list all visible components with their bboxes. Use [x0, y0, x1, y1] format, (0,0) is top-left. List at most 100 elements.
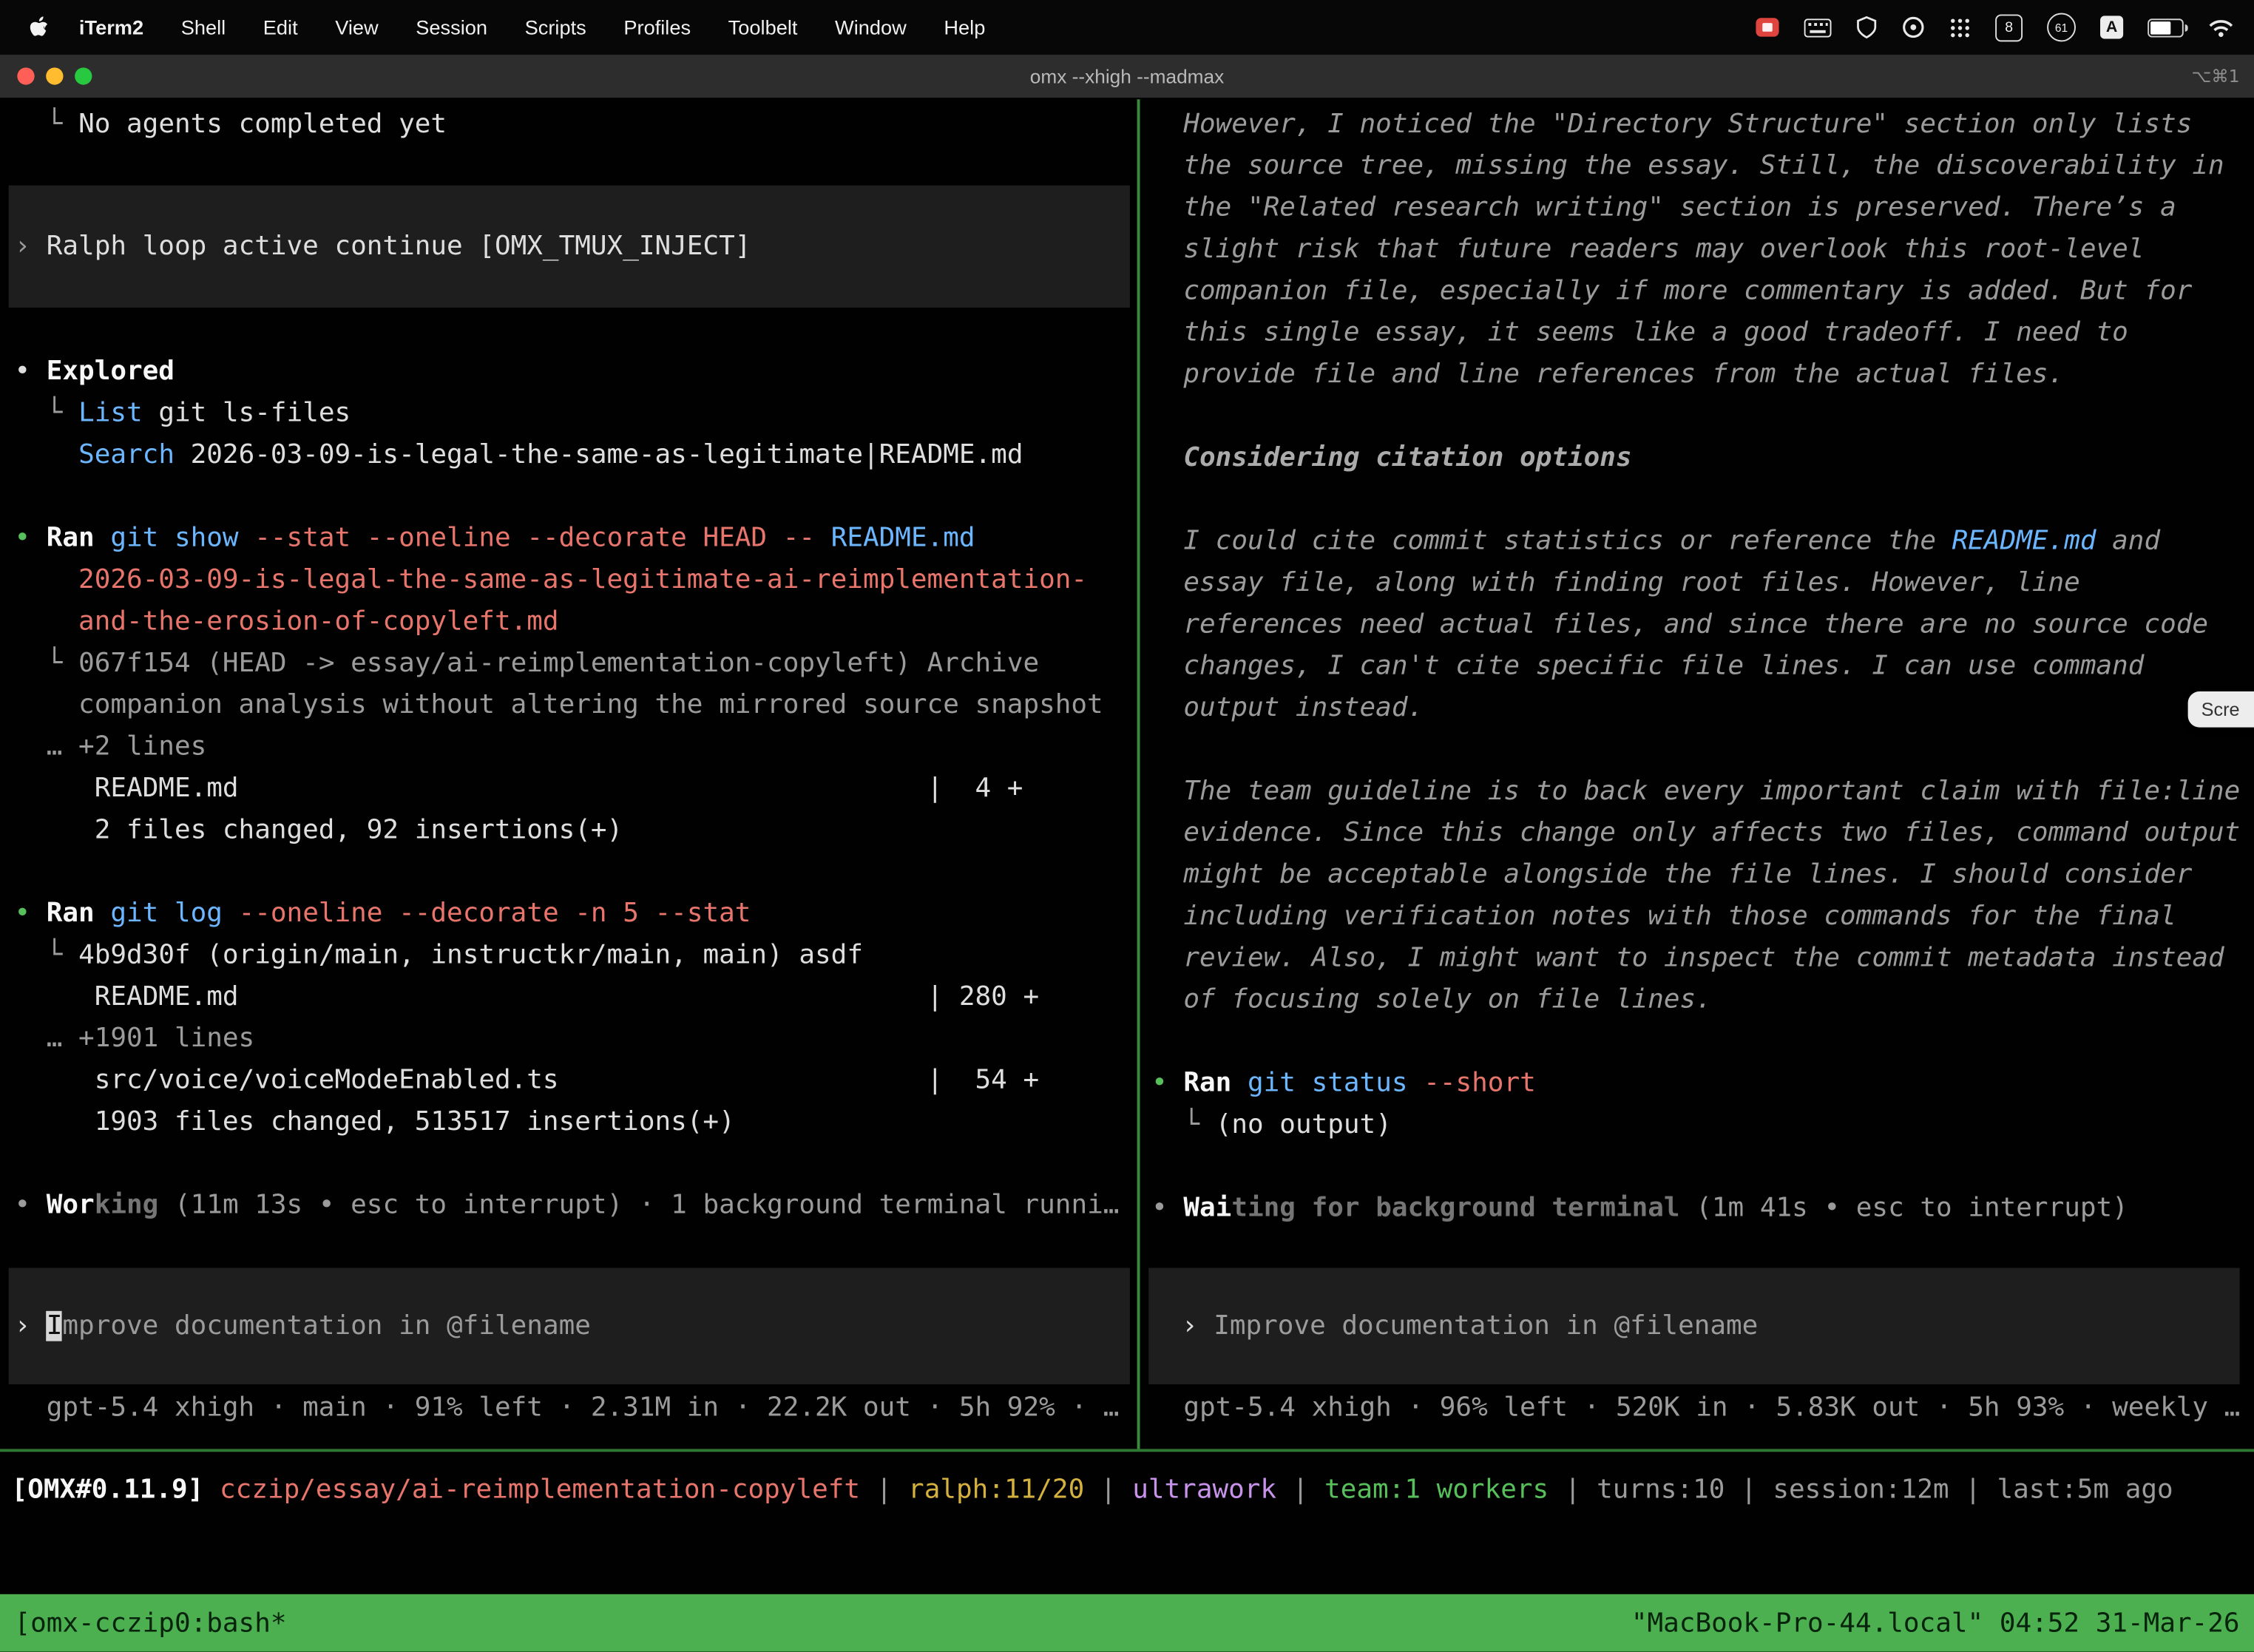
- battery-gauge-label: 61: [2055, 21, 2068, 33]
- text-segment: src/voice/voiceModeEnabled.ts | 54 +: [14, 1065, 1039, 1095]
- shield-icon[interactable]: [1856, 16, 1878, 38]
- text-segment: session:12m: [1773, 1475, 1949, 1505]
- menu-item-profiles[interactable]: Profiles: [605, 16, 709, 38]
- text-segment: … +1901 lines: [14, 1023, 254, 1054]
- text-segment: •: [14, 898, 46, 929]
- terminal-line: of focusing solely on file lines.: [1151, 979, 2254, 1020]
- wifi-icon[interactable]: [2208, 18, 2234, 36]
- text-segment: •: [14, 356, 46, 387]
- text-segment: git show: [110, 524, 254, 554]
- keystroke-count-icon[interactable]: 8: [1995, 13, 2023, 41]
- waiting-status-line: • Waiting for background terminal (1m 41…: [1151, 1188, 2254, 1229]
- terminal-line: └ 4b9d30f (origin/main, instructkr/main,…: [14, 935, 1137, 976]
- spacer: [1151, 396, 2254, 437]
- terminal-window: └ No agents completed yet› Ralph loop ac…: [0, 99, 2254, 1651]
- battery-fill: [2150, 21, 2170, 33]
- menu-item-shell[interactable]: Shell: [162, 16, 244, 38]
- right-terminal-pane[interactable]: However, I noticed the "Directory Struct…: [1140, 99, 2254, 1449]
- menu-item-toolbelt[interactable]: Toolbelt: [709, 16, 816, 38]
- menu-app-name[interactable]: iTerm2: [61, 16, 163, 38]
- menu-item-scripts[interactable]: Scripts: [506, 16, 605, 38]
- menu-bar-left: iTerm2 ShellEditViewSessionScriptsProfil…: [20, 15, 1004, 39]
- text-segment: git status: [1248, 1068, 1424, 1098]
- spacer: [14, 1142, 1137, 1184]
- terminal-line: the "Related research writing" section i…: [1151, 187, 2254, 228]
- battery-gauge-icon[interactable]: 61: [2047, 13, 2076, 41]
- text-segment: this single essay, it seems like a good …: [1151, 318, 2128, 348]
- disc-icon[interactable]: [1902, 16, 1925, 38]
- text-segment: … +2 lines: [14, 731, 206, 762]
- terminal-line: output instead.: [1151, 687, 2254, 728]
- spacer: [1151, 478, 2254, 520]
- spacer: [1151, 1020, 2254, 1062]
- battery-nub: [2184, 24, 2188, 31]
- text-cursor: I: [47, 1311, 63, 1341]
- text-segment: essay file, along with finding root file…: [1151, 568, 2080, 598]
- terminal-line: 2 files changed, 92 insertions(+): [14, 809, 1137, 850]
- text-segment: README.md: [1952, 526, 2096, 556]
- text-segment: |: [860, 1475, 908, 1505]
- text-segment: •: [14, 524, 46, 554]
- terminal-line: and-the-erosion-of-copyleft.md: [14, 601, 1137, 643]
- left-terminal-pane[interactable]: └ No agents completed yet› Ralph loop ac…: [0, 99, 1137, 1449]
- screen-share-overlay[interactable]: Scre: [2188, 691, 2254, 728]
- text-segment: 4b9d30f (origin/main, instructkr/main, m…: [78, 940, 863, 970]
- terminal-line: essay file, along with finding root file…: [1151, 562, 2254, 603]
- text-segment: gpt-5.4 xhigh · 96% left · 520K in · 5.8…: [1151, 1393, 2240, 1424]
- prompt-input[interactable]: › Improve documentation in @filename: [1148, 1268, 2239, 1384]
- menu-item-window[interactable]: Window: [816, 16, 925, 38]
- menu-item-edit[interactable]: Edit: [244, 16, 316, 38]
- terminal-line: the source tree, missing the essay. Stil…: [1151, 145, 2254, 186]
- tmux-panes: └ No agents completed yet› Ralph loop ac…: [0, 99, 2254, 1452]
- text-segment: README.md | 4 +: [14, 773, 1023, 804]
- text-segment: --short: [1424, 1068, 1536, 1098]
- text-segment: (11m 13s • esc to interrupt) · 1 backgro…: [158, 1191, 1119, 1221]
- terminal-line: provide file and line references from th…: [1151, 353, 2254, 395]
- text-segment: (no output): [1216, 1110, 1392, 1140]
- apple-logo-icon[interactable]: [29, 15, 49, 39]
- text-segment: README.md: [831, 524, 975, 554]
- tmux-status-bar: [omx-cczip0:bash* "MacBook-Pro-44.local"…: [0, 1594, 2254, 1652]
- text-segment: --oneline --decorate -n 5 --stat: [239, 898, 751, 929]
- menu-item-help[interactable]: Help: [925, 16, 1004, 38]
- terminal-line: this single essay, it seems like a good …: [1151, 312, 2254, 353]
- terminal-line: README.md | 4 +: [14, 768, 1137, 809]
- text-segment: turns:10: [1597, 1475, 1725, 1505]
- menu-item-session[interactable]: Session: [397, 16, 506, 38]
- text-segment: ultrawork: [1132, 1475, 1276, 1505]
- terminal-line: src/voice/voiceModeEnabled.ts | 54 +: [14, 1060, 1137, 1101]
- terminal-line: references need actual files, and since …: [1151, 603, 2254, 645]
- minimize-window-button[interactable]: [46, 67, 63, 84]
- menu-item-view[interactable]: View: [317, 16, 397, 38]
- battery-icon[interactable]: [2148, 18, 2184, 36]
- text-segment: Wai: [1183, 1193, 1231, 1223]
- text-segment: ›: [1182, 1311, 1214, 1341]
- close-window-button[interactable]: [17, 67, 34, 84]
- spacer: [14, 851, 1137, 893]
- text-segment: might be acceptable alongside the file l…: [1151, 859, 2192, 890]
- apps-grid-icon[interactable]: [1949, 16, 1971, 38]
- text-segment: 2 files changed, 92 insertions(+): [14, 815, 623, 845]
- text-segment: 067f154 (HEAD -> essay/ai-reimplementati…: [78, 649, 1039, 679]
- text-segment: 2026-03-09-is-legal-the-same-as-legitima…: [175, 440, 1023, 470]
- terminal-line: • Explored: [14, 351, 1137, 392]
- text-segment: king: [95, 1191, 159, 1221]
- text-segment: changes, I can't cite specific file line…: [1151, 651, 2144, 682]
- terminal-line: The team guideline is to back every impo…: [1151, 771, 2254, 812]
- terminal-line: review. Also, I might want to inspect th…: [1151, 937, 2254, 978]
- text-segment: [203, 1475, 220, 1505]
- text-segment: review. Also, I might want to inspect th…: [1151, 943, 2224, 973]
- prompt-input[interactable]: › Improve documentation in @filename: [9, 1268, 1130, 1384]
- terminal-line: 1903 files changed, 513517 insertions(+): [14, 1101, 1137, 1142]
- text-segment: slight risk that future readers may over…: [1151, 234, 2144, 265]
- session-stats-line: gpt-5.4 xhigh · 96% left · 520K in · 5.8…: [1151, 1387, 2254, 1429]
- tmux-session-label: [omx-cczip0:bash*: [14, 1608, 286, 1638]
- text-segment: references need actual files, and since …: [1151, 609, 2208, 640]
- screen-recording-indicator-icon[interactable]: [1756, 17, 1780, 37]
- macos-menu-bar: iTerm2 ShellEditViewSessionScriptsProfil…: [0, 0, 2254, 55]
- zoom-window-button[interactable]: [75, 67, 92, 84]
- text-segment: 2026-03-09-is-legal-the-same-as-legitima…: [14, 565, 1087, 595]
- keyboard-icon[interactable]: [1804, 18, 1832, 36]
- text-segment: Considering citation options: [1151, 443, 1632, 473]
- input-source-icon[interactable]: A: [2100, 16, 2123, 38]
